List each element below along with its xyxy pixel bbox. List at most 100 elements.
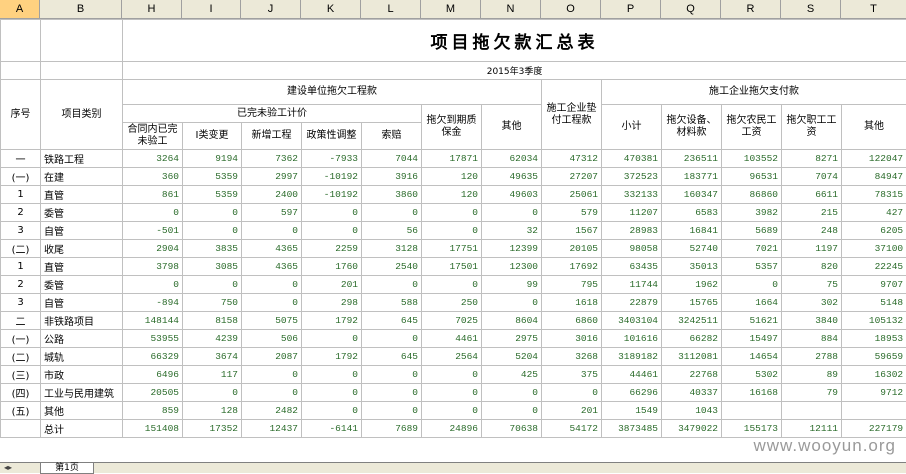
value-cell[interactable]: 63435 bbox=[602, 258, 662, 276]
value-cell[interactable]: 0 bbox=[422, 222, 482, 240]
value-cell[interactable]: 0 bbox=[242, 384, 302, 402]
value-cell[interactable]: 859 bbox=[123, 402, 183, 420]
value-cell[interactable]: 645 bbox=[362, 348, 422, 366]
value-cell[interactable]: 3674 bbox=[183, 348, 242, 366]
row-seq[interactable]: (三) bbox=[1, 366, 41, 384]
value-cell[interactable]: 2904 bbox=[123, 240, 183, 258]
value-cell[interactable]: 17692 bbox=[542, 258, 602, 276]
column-header-K[interactable]: K bbox=[301, 0, 361, 19]
value-cell[interactable]: 0 bbox=[302, 402, 362, 420]
value-cell[interactable]: 0 bbox=[422, 204, 482, 222]
value-cell[interactable]: 1549 bbox=[602, 402, 662, 420]
value-cell[interactable]: 3242511 bbox=[662, 312, 722, 330]
value-cell[interactable]: 0 bbox=[422, 366, 482, 384]
value-cell[interactable]: 7689 bbox=[362, 420, 422, 438]
value-cell[interactable]: 14654 bbox=[722, 348, 782, 366]
value-cell[interactable]: 8271 bbox=[782, 150, 842, 168]
value-cell[interactable]: 372523 bbox=[602, 168, 662, 186]
row-seq[interactable]: 1 bbox=[1, 258, 41, 276]
value-cell[interactable]: 1197 bbox=[782, 240, 842, 258]
value-cell[interactable]: 75 bbox=[782, 276, 842, 294]
value-cell[interactable]: 2400 bbox=[242, 186, 302, 204]
value-cell[interactable]: 37100 bbox=[842, 240, 906, 258]
value-cell[interactable]: 17751 bbox=[422, 240, 482, 258]
value-cell[interactable]: 86860 bbox=[722, 186, 782, 204]
value-cell[interactable]: 332133 bbox=[602, 186, 662, 204]
column-header-B[interactable]: B bbox=[40, 0, 122, 19]
value-cell[interactable]: -894 bbox=[123, 294, 183, 312]
value-cell[interactable]: 236511 bbox=[662, 150, 722, 168]
value-cell[interactable]: 1792 bbox=[302, 312, 362, 330]
value-cell[interactable]: 54172 bbox=[542, 420, 602, 438]
row-category[interactable]: 其他 bbox=[41, 402, 123, 420]
column-header-P[interactable]: P bbox=[601, 0, 661, 19]
value-cell[interactable]: 0 bbox=[123, 204, 183, 222]
row-seq[interactable]: (二) bbox=[1, 348, 41, 366]
value-cell[interactable]: 0 bbox=[183, 276, 242, 294]
row-category[interactable]: 直管 bbox=[41, 258, 123, 276]
value-cell[interactable]: 597 bbox=[242, 204, 302, 222]
row-category[interactable]: 总计 bbox=[41, 420, 123, 438]
value-cell[interactable]: 66329 bbox=[123, 348, 183, 366]
value-cell[interactable]: 579 bbox=[542, 204, 602, 222]
value-cell[interactable]: 16302 bbox=[842, 366, 906, 384]
value-cell[interactable]: 27207 bbox=[542, 168, 602, 186]
row-seq[interactable]: 3 bbox=[1, 222, 41, 240]
row-category[interactable]: 工业与民用建筑 bbox=[41, 384, 123, 402]
value-cell[interactable]: 56 bbox=[362, 222, 422, 240]
value-cell[interactable]: 51621 bbox=[722, 312, 782, 330]
value-cell[interactable]: 3268 bbox=[542, 348, 602, 366]
value-cell[interactable]: 3860 bbox=[362, 186, 422, 204]
value-cell[interactable]: 7021 bbox=[722, 240, 782, 258]
value-cell[interactable]: 96531 bbox=[722, 168, 782, 186]
column-header-H[interactable]: H bbox=[122, 0, 182, 19]
value-cell[interactable]: 25061 bbox=[542, 186, 602, 204]
value-cell[interactable]: 16168 bbox=[722, 384, 782, 402]
value-cell[interactable]: 0 bbox=[302, 330, 362, 348]
value-cell[interactable]: 0 bbox=[362, 402, 422, 420]
value-cell[interactable]: 2087 bbox=[242, 348, 302, 366]
value-cell[interactable]: 183771 bbox=[662, 168, 722, 186]
value-cell[interactable]: 66296 bbox=[602, 384, 662, 402]
value-cell[interactable]: 0 bbox=[542, 384, 602, 402]
value-cell[interactable]: 7044 bbox=[362, 150, 422, 168]
row-seq[interactable]: 2 bbox=[1, 276, 41, 294]
value-cell[interactable]: 425 bbox=[482, 366, 542, 384]
value-cell[interactable]: 884 bbox=[782, 330, 842, 348]
value-cell[interactable]: 9194 bbox=[183, 150, 242, 168]
value-cell[interactable]: 6496 bbox=[123, 366, 183, 384]
value-cell[interactable]: 151408 bbox=[123, 420, 183, 438]
value-cell[interactable]: 3840 bbox=[782, 312, 842, 330]
column-header-T[interactable]: T bbox=[841, 0, 906, 19]
value-cell[interactable]: 2564 bbox=[422, 348, 482, 366]
row-seq[interactable]: (一) bbox=[1, 168, 41, 186]
value-cell[interactable]: 5148 bbox=[842, 294, 906, 312]
value-cell[interactable]: 3982 bbox=[722, 204, 782, 222]
value-cell[interactable]: 3189182 bbox=[602, 348, 662, 366]
value-cell[interactable]: 5075 bbox=[242, 312, 302, 330]
value-cell[interactable]: 360 bbox=[123, 168, 183, 186]
value-cell[interactable]: 3016 bbox=[542, 330, 602, 348]
row-category[interactable]: 市政 bbox=[41, 366, 123, 384]
value-cell[interactable]: 22768 bbox=[662, 366, 722, 384]
value-cell[interactable]: 5689 bbox=[722, 222, 782, 240]
value-cell[interactable]: 17871 bbox=[422, 150, 482, 168]
value-cell[interactable]: 0 bbox=[302, 222, 362, 240]
value-cell[interactable]: 99 bbox=[482, 276, 542, 294]
value-cell[interactable]: 52740 bbox=[662, 240, 722, 258]
row-seq[interactable]: (一) bbox=[1, 330, 41, 348]
value-cell[interactable]: 2482 bbox=[242, 402, 302, 420]
value-cell[interactable]: 0 bbox=[183, 384, 242, 402]
column-header-A[interactable]: A bbox=[0, 0, 40, 19]
value-cell[interactable]: 0 bbox=[482, 384, 542, 402]
value-cell[interactable]: -10192 bbox=[302, 186, 362, 204]
value-cell[interactable]: 20105 bbox=[542, 240, 602, 258]
value-cell[interactable]: 0 bbox=[722, 276, 782, 294]
value-cell[interactable]: 5357 bbox=[722, 258, 782, 276]
row-category[interactable]: 公路 bbox=[41, 330, 123, 348]
column-header-L[interactable]: L bbox=[361, 0, 421, 19]
value-cell[interactable]: 0 bbox=[302, 204, 362, 222]
value-cell[interactable]: 12399 bbox=[482, 240, 542, 258]
value-cell[interactable]: 506 bbox=[242, 330, 302, 348]
row-seq[interactable]: 二 bbox=[1, 312, 41, 330]
